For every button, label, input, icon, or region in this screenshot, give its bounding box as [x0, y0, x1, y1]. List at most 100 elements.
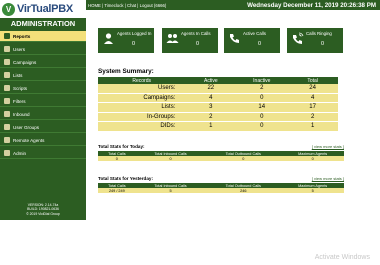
row-label: DIDs: [98, 121, 186, 132]
tile-label: Calls Ringing [306, 31, 332, 36]
sidebar: ADMINISTRATION Reports Users Campaigns L… [0, 18, 86, 220]
yesterday-view-more-link[interactable]: [ view more stats ] [312, 176, 344, 181]
sidebar-item-label: User Groups [13, 124, 40, 130]
table-row: DIDs: 1 0 1 [98, 121, 338, 132]
tile-value: 0 [258, 41, 262, 47]
sidebar-item-label: Inbound [13, 111, 30, 117]
column-header: Inactive [236, 77, 288, 84]
tile-value: 0 [321, 41, 325, 47]
table-row: 0 0 0 0 [98, 156, 344, 161]
table-row: Campaigns: 4 0 4 [98, 93, 338, 103]
sidebar-item-lists[interactable]: Lists [0, 70, 86, 81]
column-header: Records [98, 77, 186, 84]
admin-icon [4, 150, 10, 156]
total-count: 24 [287, 84, 338, 94]
sidebar-title: ADMINISTRATION [10, 19, 76, 28]
inbound-icon [4, 111, 10, 117]
logo[interactable]: V VirTualPBX [0, 0, 86, 18]
sidebar-item-admin[interactable]: Admin [0, 148, 86, 159]
sidebar-item-label: Campaigns [13, 59, 37, 65]
today-stats-title: Total Stats for Today: [98, 144, 145, 149]
column-header: Total [287, 77, 338, 84]
agents-in-calls-icon [166, 34, 179, 43]
copyright-line: © 2019 ViciDial Group [26, 211, 60, 216]
sidebar-item-users[interactable]: Users [0, 44, 86, 55]
row-label: In-Groups: [98, 112, 186, 122]
total-calls-value: 0 [98, 156, 136, 161]
sidebar-item-reports[interactable]: Reports [0, 31, 86, 42]
system-summary-title: System Summary: [98, 68, 154, 75]
users-icon [4, 46, 10, 52]
sidebar-item-filters[interactable]: Filters [0, 96, 86, 107]
sidebar-item-label: Reports [13, 33, 31, 39]
inactive-count: 0 [236, 112, 288, 122]
tile-label: Agents In Calls [181, 31, 211, 36]
inactive-count: 0 [236, 121, 288, 132]
remote-agents-icon [4, 137, 10, 143]
active-count: 22 [185, 84, 237, 94]
tile-value: 0 [196, 41, 200, 47]
top-nav-links[interactable]: HOME | Timeclock | Chat | Logout (6666) [88, 3, 166, 8]
total-count: 1 [287, 121, 338, 132]
tile-label: Agents Logged In [117, 31, 152, 36]
column-header: Active [185, 77, 237, 84]
today-view-more-link[interactable]: [ view more stats ] [312, 144, 344, 149]
user-groups-icon [4, 124, 10, 130]
table-row: 249 / 249 5 246 5 [98, 188, 344, 193]
table-row: In-Groups: 2 0 2 [98, 112, 338, 122]
version-info: VERSION: 2.14-74a BUILD: 190821-0636 © 2… [0, 203, 86, 216]
tile-label: Active Calls [243, 31, 266, 36]
activate-windows-watermark: Activate Windows [314, 254, 370, 261]
sidebar-item-remote-agents[interactable]: Remote Agents [0, 135, 86, 146]
table-row: Lists: 3 14 17 [98, 102, 338, 113]
inbound-calls-value: 0 [135, 156, 206, 161]
tile-active-calls[interactable]: Active Calls 0 [224, 28, 280, 53]
ringing-phone-icon [293, 32, 304, 44]
campaigns-icon [4, 59, 10, 65]
inactive-count: 2 [236, 84, 288, 94]
yesterday-stats-title: Total Stats for Yesterday: [98, 176, 153, 181]
sidebar-item-inbound[interactable]: Inbound [0, 109, 86, 120]
sidebar-item-label: Remote Agents [13, 137, 45, 143]
outbound-calls-value: 0 [205, 156, 282, 161]
total-calls-value: 249 / 249 [98, 188, 136, 193]
tile-value: 0 [132, 41, 136, 47]
total-count: 17 [287, 102, 338, 113]
table-row: Users: 22 2 24 [98, 84, 338, 94]
inbound-calls-value: 5 [135, 188, 206, 193]
active-count: 4 [185, 93, 237, 103]
sidebar-item-label: Users [13, 46, 25, 52]
sidebar-item-label: Lists [13, 72, 23, 78]
top-bar: HOME | Timeclock | Chat | Logout (6666) … [86, 0, 380, 10]
sidebar-item-label: Filters [13, 98, 26, 104]
current-datetime: Wednesday December 11, 2019 20:26:38 PM [247, 1, 376, 9]
sidebar-item-scripts[interactable]: Scripts [0, 83, 86, 94]
yesterday-stats-table: Total Calls Total Inbound Calls Total Ou… [98, 183, 344, 193]
outbound-calls-value: 246 [205, 188, 282, 193]
scripts-icon [4, 85, 10, 91]
active-count: 2 [185, 112, 237, 122]
table-header-row: Records Active Inactive Total [98, 77, 338, 84]
filters-icon [4, 98, 10, 104]
sidebar-item-label: Admin [13, 150, 27, 156]
row-label: Users: [98, 84, 186, 94]
row-label: Campaigns: [98, 93, 186, 103]
max-agents-value: 5 [281, 188, 344, 193]
logo-text: VirTualPBX [17, 3, 73, 15]
logo-icon: V [2, 2, 15, 16]
row-label: Lists: [98, 102, 186, 113]
inactive-count: 0 [236, 93, 288, 103]
tile-calls-ringing[interactable]: Calls Ringing 0 [287, 28, 343, 53]
active-count: 3 [185, 102, 237, 113]
tile-agents-logged-in[interactable]: Agents Logged In 0 [98, 28, 154, 53]
sidebar-item-user-groups[interactable]: User Groups [0, 122, 86, 133]
sidebar-item-campaigns[interactable]: Campaigns [0, 57, 86, 68]
agent-icon [104, 33, 113, 44]
total-count: 4 [287, 93, 338, 103]
inactive-count: 14 [236, 102, 288, 113]
tile-agents-in-calls[interactable]: Agents In Calls 0 [162, 28, 218, 53]
sidebar-item-label: Scripts [13, 85, 28, 91]
phone-icon [230, 34, 239, 43]
max-agents-value: 0 [281, 156, 344, 161]
today-stats-table: Total Calls Total Inbound Calls Total Ou… [98, 151, 344, 161]
